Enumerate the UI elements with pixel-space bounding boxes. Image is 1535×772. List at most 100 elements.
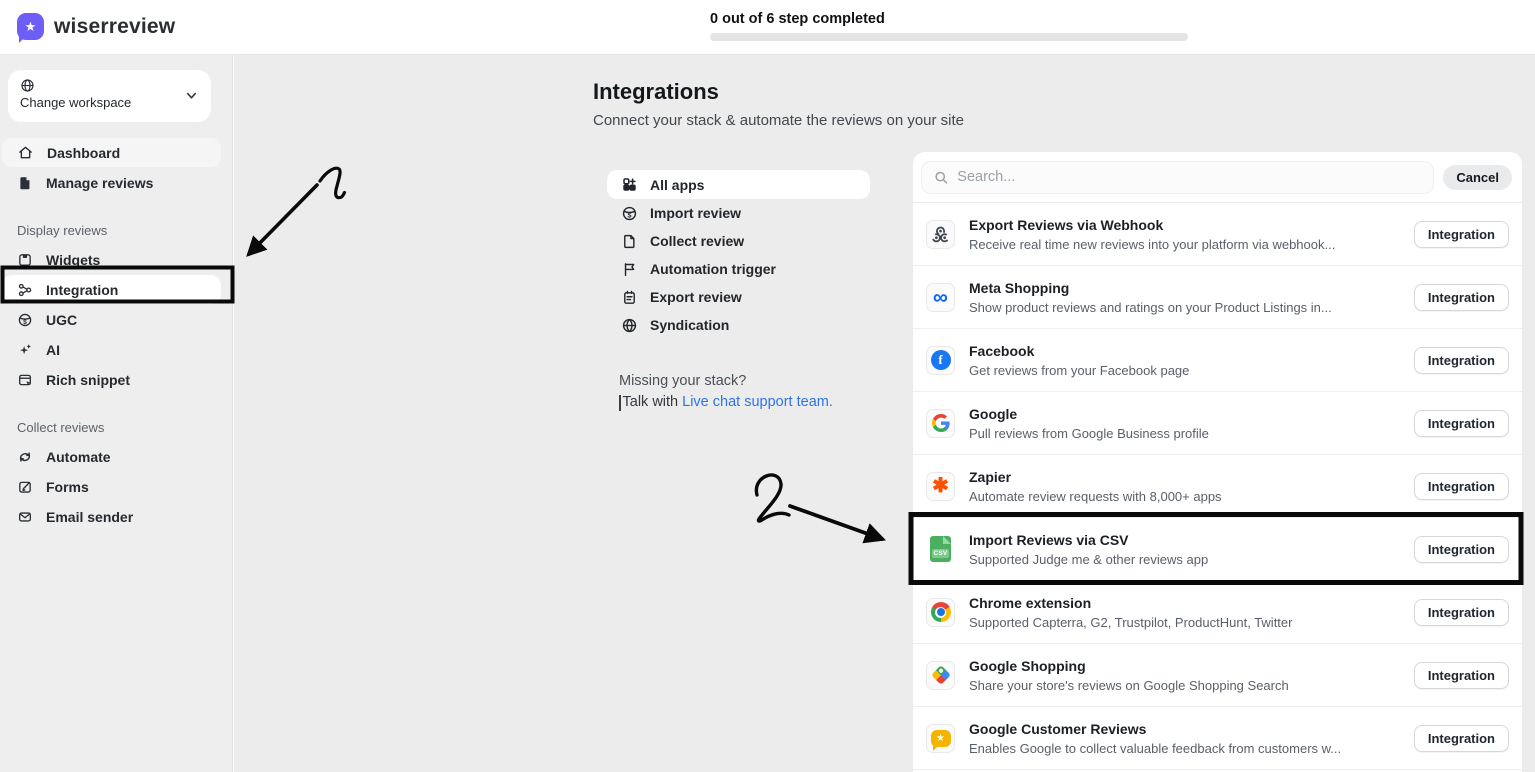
sidebar-item-ai[interactable]: AI: [2, 335, 221, 364]
app-row-chrome-extension[interactable]: Chrome extension Supported Capterra, G2,…: [913, 581, 1522, 644]
sidebar-item-label: Widgets: [46, 252, 100, 268]
google-customer-reviews-icon: ★: [926, 724, 955, 753]
sidebar-item-email-sender[interactable]: Email sender: [2, 502, 221, 531]
app-name: Meta Shopping: [969, 280, 1332, 296]
app-row-facebook[interactable]: f Facebook Get reviews from your Faceboo…: [913, 329, 1522, 392]
app-description: Supported Capterra, G2, Trustpilot, Prod…: [969, 615, 1292, 630]
sidebar: Change workspace Dashboard Manage review…: [0, 55, 233, 772]
category-all-apps[interactable]: All apps: [607, 170, 870, 199]
app-name: Facebook: [969, 343, 1189, 359]
google-icon: [926, 409, 955, 438]
document-icon: [17, 175, 33, 191]
category-label: Syndication: [650, 317, 729, 333]
app-name: Google: [969, 406, 1209, 422]
missing-stack-line1: Missing your stack?: [619, 371, 833, 392]
app-name: Import Reviews via CSV: [969, 532, 1208, 548]
sidebar-item-rich-snippet[interactable]: Rich snippet: [2, 365, 221, 394]
sidebar-nav: Dashboard Manage reviews Display reviews…: [0, 138, 232, 531]
app-row-export-reviews-via-webhook[interactable]: Export Reviews via Webhook Receive real …: [913, 203, 1522, 266]
search-row: Cancel: [913, 152, 1522, 202]
integration-button[interactable]: Integration: [1414, 725, 1509, 752]
sidebar-item-dashboard[interactable]: Dashboard: [2, 138, 221, 167]
category-import-review[interactable]: $ Import review: [607, 199, 870, 227]
category-syndication[interactable]: Syndication: [607, 311, 870, 339]
sidebar-item-label: Integration: [46, 282, 118, 298]
chevron-down-icon: [185, 89, 198, 102]
integration-icon: [17, 282, 33, 298]
missing-stack-prefix: Talk with: [623, 392, 679, 413]
integration-button[interactable]: Integration: [1414, 410, 1509, 437]
app-description: Get reviews from your Facebook page: [969, 363, 1189, 378]
app-row-google-customer-reviews[interactable]: ★ Google Customer Reviews Enables Google…: [913, 707, 1522, 770]
onboarding-progress: 0 out of 6 step completed: [710, 11, 1188, 41]
webhook-icon: [926, 220, 955, 249]
search-icon: [934, 170, 948, 185]
progress-bar: [710, 33, 1188, 41]
star-icon: ★: [936, 733, 945, 744]
category-label: Collect review: [650, 233, 744, 249]
sidebar-item-label: Rich snippet: [46, 372, 130, 388]
app-name: Zapier: [969, 469, 1222, 485]
app-row-zapier[interactable]: ✱ Zapier Automate review requests with 8…: [913, 455, 1522, 518]
integration-button[interactable]: Integration: [1414, 284, 1509, 311]
sidebar-item-integration[interactable]: Integration: [2, 275, 221, 304]
category-automation-trigger[interactable]: Automation trigger: [607, 255, 870, 283]
change-workspace-button[interactable]: Change workspace: [8, 70, 211, 122]
brand-name: wiserreview: [54, 15, 175, 39]
app-description: Supported Judge me & other reviews app: [969, 552, 1208, 567]
sidebar-item-label: AI: [46, 342, 60, 358]
svg-text:$: $: [23, 318, 27, 325]
app-row-import-reviews-via-csv[interactable]: CSV Import Reviews via CSV Supported Jud…: [913, 518, 1522, 581]
brand: ★ wiserreview: [17, 13, 175, 40]
refresh-icon: [17, 449, 33, 465]
form-pencil-icon: [17, 479, 33, 495]
flag-icon: [621, 261, 638, 278]
sidebar-item-ugc[interactable]: $ UGC: [2, 305, 221, 334]
clipboard-icon: [621, 289, 638, 306]
rich-snippet-icon: [17, 372, 33, 388]
app-description: Enables Google to collect valuable feedb…: [969, 741, 1341, 756]
brand-logo-icon: ★: [17, 13, 44, 40]
sidebar-item-label: Email sender: [46, 509, 133, 525]
top-bar: ★ wiserreview 0 out of 6 step completed: [0, 0, 1535, 55]
globe-dollar-icon: $: [621, 205, 638, 222]
cancel-button[interactable]: Cancel: [1443, 165, 1512, 190]
sidebar-section-collect-reviews: Collect reviews: [17, 420, 232, 435]
app-name: Google Customer Reviews: [969, 721, 1341, 737]
csv-file-icon: CSV: [926, 535, 955, 564]
sidebar-item-automate[interactable]: Automate: [2, 442, 221, 471]
email-icon: [17, 509, 33, 525]
sidebar-item-label: Manage reviews: [46, 175, 153, 191]
live-chat-link[interactable]: Live chat support team.: [682, 392, 833, 413]
sidebar-section-display-reviews: Display reviews: [17, 223, 232, 238]
zapier-icon: ✱: [926, 472, 955, 501]
category-export-review[interactable]: Export review: [607, 283, 870, 311]
app-row-google[interactable]: Google Pull reviews from Google Business…: [913, 392, 1522, 455]
app-row-meta-shopping[interactable]: ∞ Meta Shopping Show product reviews and…: [913, 266, 1522, 329]
sidebar-item-widgets[interactable]: Widgets: [2, 245, 221, 274]
star-icon: ★: [25, 19, 37, 35]
app-row-google-shopping[interactable]: Google Shopping Share your store's revie…: [913, 644, 1522, 707]
integration-button[interactable]: Integration: [1414, 662, 1509, 689]
home-icon: [17, 144, 34, 161]
category-collect-review[interactable]: Collect review: [607, 227, 870, 255]
sidebar-item-label: Automate: [46, 449, 111, 465]
sidebar-item-forms[interactable]: Forms: [2, 472, 221, 501]
widgets-icon: [17, 252, 33, 268]
integration-button[interactable]: Integration: [1414, 599, 1509, 626]
category-label: Export review: [650, 289, 742, 305]
sidebar-item-manage-reviews[interactable]: Manage reviews: [2, 168, 221, 197]
integration-button[interactable]: Integration: [1414, 473, 1509, 500]
integration-button[interactable]: Integration: [1414, 536, 1509, 563]
app-name: Google Shopping: [969, 658, 1289, 674]
search-field[interactable]: [921, 161, 1434, 194]
sidebar-item-label: Dashboard: [47, 145, 120, 161]
app-name: Chrome extension: [969, 595, 1292, 611]
svg-text:$: $: [628, 211, 632, 219]
app-description: Automate review requests with 8,000+ app…: [969, 489, 1222, 504]
facebook-icon: f: [926, 346, 955, 375]
integration-button[interactable]: Integration: [1414, 347, 1509, 374]
integration-button[interactable]: Integration: [1414, 221, 1509, 248]
search-input[interactable]: [957, 169, 1421, 185]
integrations-panel: Cancel Export Reviews via Webhook Receiv…: [913, 152, 1522, 772]
